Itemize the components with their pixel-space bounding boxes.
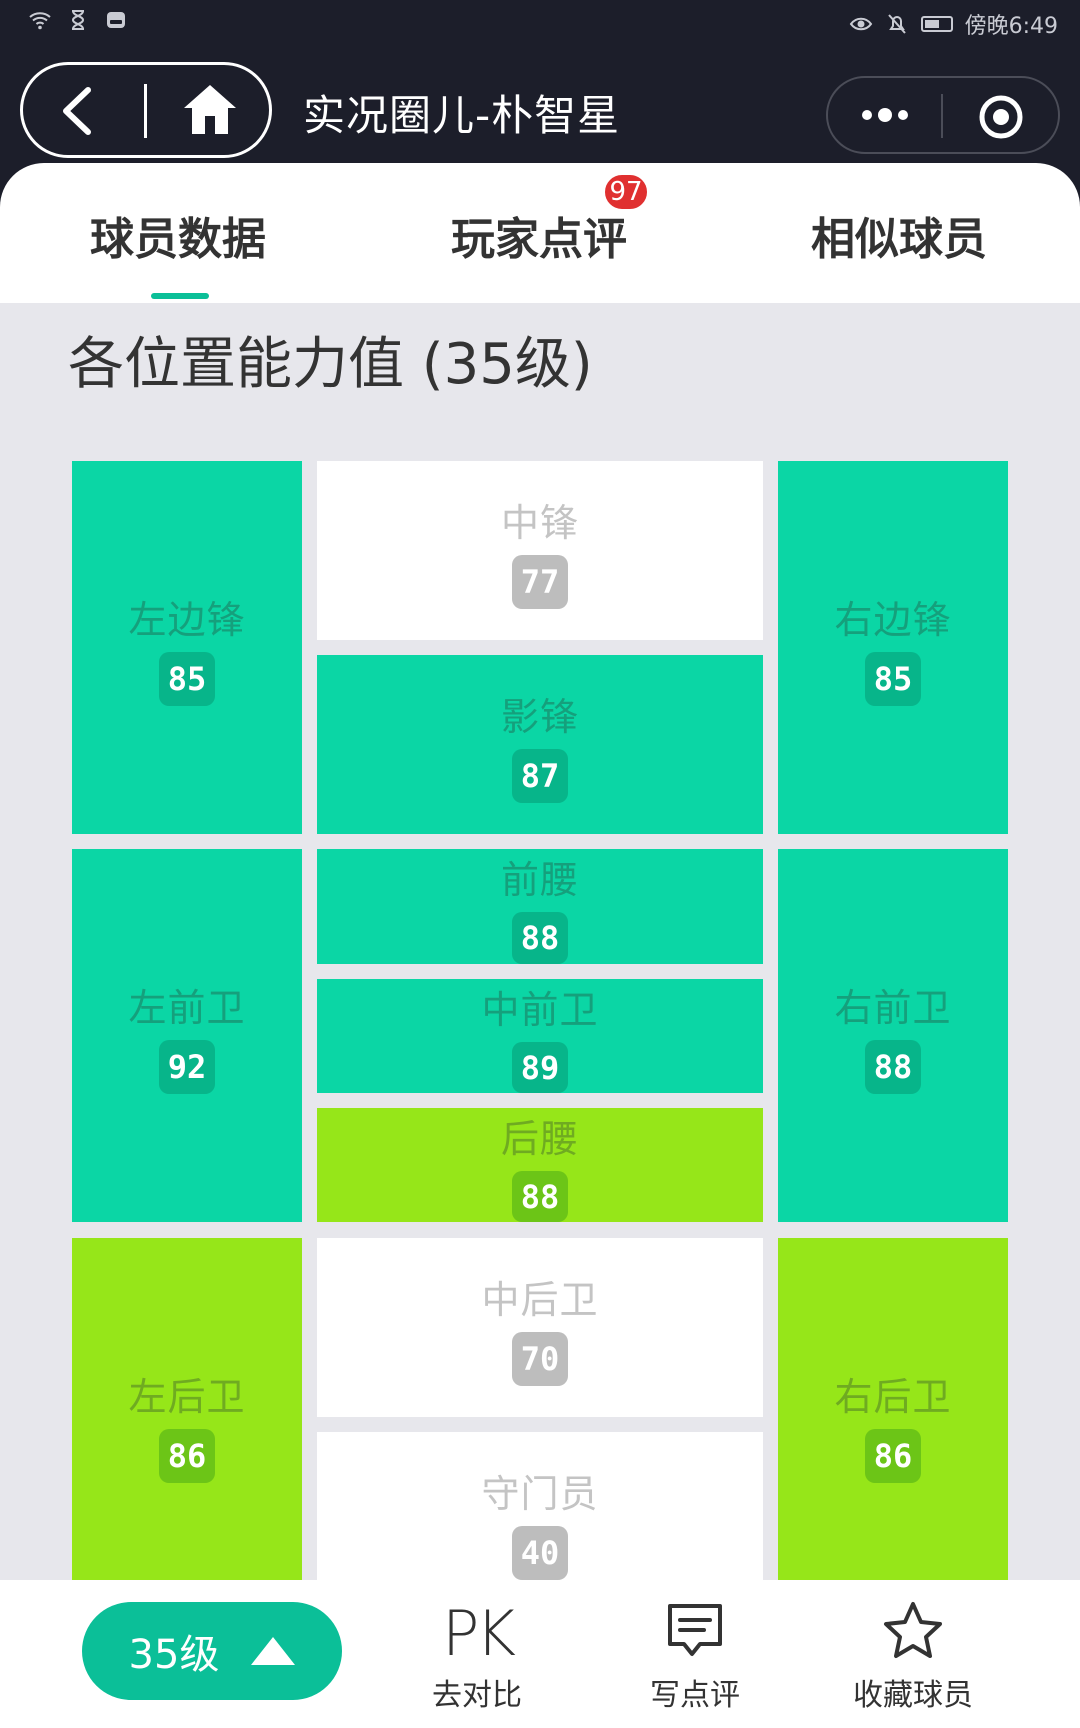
tab-bar: 球员数据 玩家点评 相似球员 (0, 163, 1080, 303)
section-title: 各位置能力值 (35级) (68, 332, 593, 397)
caret-up-icon (251, 1637, 296, 1665)
review-count-badge: 97 (602, 172, 650, 212)
more-icon[interactable] (860, 98, 910, 132)
position-cell-lwf[interactable]: 左边锋 85 (72, 461, 302, 834)
position-cell-cf[interactable]: 中锋 77 (317, 461, 763, 640)
position-rating: 88 (865, 1040, 921, 1094)
position-label: 影锋 (500, 695, 579, 739)
level-select-button[interactable]: 35级 (82, 1602, 342, 1700)
capsule-divider (941, 94, 943, 138)
position-label: 守门员 (481, 1472, 599, 1516)
position-label: 中后卫 (481, 1278, 599, 1322)
position-label: 右前卫 (834, 986, 952, 1030)
active-tab-indicator (151, 293, 209, 299)
nav-divider (144, 84, 147, 138)
position-rating: 85 (159, 652, 215, 706)
position-cell-rmf[interactable]: 右前卫 88 (778, 849, 1008, 1222)
position-rating: 88 (512, 912, 568, 964)
compare-label: 去对比 (432, 1678, 522, 1713)
mute-bell-icon (887, 14, 906, 34)
position-label: 后腰 (500, 1117, 579, 1161)
position-cell-dmf[interactable]: 后腰 88 (317, 1108, 763, 1222)
position-rating: 86 (865, 1429, 921, 1483)
pk-icon: PK (441, 1597, 516, 1670)
position-rating: 92 (159, 1040, 215, 1094)
position-label: 前腰 (500, 858, 579, 902)
position-rating: 70 (512, 1332, 568, 1386)
position-label: 左边锋 (128, 598, 246, 642)
eye-icon (849, 17, 872, 31)
app-notification-icon (107, 12, 125, 28)
write-review-button[interactable]: 写点评 (620, 1598, 770, 1714)
favorite-label: 收藏球员 (853, 1678, 973, 1713)
position-rating: 85 (865, 652, 921, 706)
position-cell-ss[interactable]: 影锋 87 (317, 655, 763, 834)
position-rating: 77 (512, 555, 568, 609)
close-target-icon[interactable] (978, 94, 1024, 140)
back-icon[interactable] (48, 84, 108, 138)
tab-similar-players[interactable]: 相似球员 (811, 203, 987, 267)
tab-player-reviews[interactable]: 玩家点评 (451, 203, 627, 267)
favorite-player-button[interactable]: 收藏球员 (838, 1598, 988, 1714)
hourglass-icon (71, 10, 85, 30)
home-icon[interactable] (180, 80, 240, 140)
position-label: 中前卫 (481, 988, 599, 1032)
position-cell-lb[interactable]: 左后卫 86 (72, 1238, 302, 1611)
position-label: 右边锋 (834, 598, 952, 642)
position-label: 左后卫 (128, 1375, 246, 1419)
position-cell-lmf[interactable]: 左前卫 92 (72, 849, 302, 1222)
position-cell-amf[interactable]: 前腰 88 (317, 849, 763, 964)
position-rating: 86 (159, 1429, 215, 1483)
position-label: 右后卫 (834, 1375, 952, 1419)
position-cell-cmf[interactable]: 中前卫 89 (317, 979, 763, 1093)
position-cell-cb[interactable]: 中后卫 70 (317, 1238, 763, 1417)
position-label: 左前卫 (128, 986, 246, 1030)
tab-player-data[interactable]: 球员数据 (90, 203, 266, 267)
battery-icon (920, 16, 953, 32)
bottom-action-bar: 35级 PK 去对比 写点评 收藏球员 (0, 1580, 1080, 1728)
status-time: 傍晚6:49 (964, 14, 1058, 39)
wifi-icon (29, 12, 51, 30)
position-ratings-section: 各位置能力值 (35级) 左边锋 85 中锋 77 影锋 87 右边锋 85 左… (0, 303, 1080, 1611)
position-label: 中锋 (500, 501, 579, 545)
level-label: 35级 (128, 1632, 220, 1678)
position-cell-rwf[interactable]: 右边锋 85 (778, 461, 1008, 834)
review-label: 写点评 (650, 1678, 740, 1713)
status-bar: 傍晚6:49 (0, 0, 1080, 44)
comment-icon (668, 1604, 722, 1656)
position-rating: 87 (512, 749, 568, 803)
page-title: 实况圈儿-朴智星 (303, 91, 621, 140)
position-rating: 40 (512, 1526, 568, 1580)
position-rating: 89 (512, 1042, 568, 1093)
compare-button[interactable]: PK 去对比 (402, 1598, 552, 1714)
position-rating: 88 (512, 1171, 568, 1222)
position-cell-rb[interactable]: 右后卫 86 (778, 1238, 1008, 1611)
star-icon (884, 1602, 942, 1658)
